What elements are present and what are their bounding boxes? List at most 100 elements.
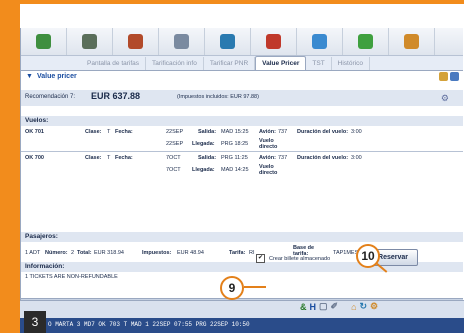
flight-duration-label: Duración del vuelo:	[297, 155, 349, 161]
flight-class: T	[107, 129, 111, 135]
refresh-icon[interactable]: ↻	[360, 301, 368, 312]
toolbar-button[interactable]	[343, 28, 389, 55]
page-title: Value pricer	[37, 73, 77, 80]
airline-icon	[174, 34, 189, 49]
passenger-type: 1 ADT	[25, 250, 41, 256]
toolbar-button[interactable]	[67, 28, 113, 55]
collapse-arrow-icon[interactable]: ▼	[26, 73, 33, 80]
recommendation-options-icon[interactable]: ⚙	[441, 93, 449, 104]
tab-strip: Pantalla de tarifas Tarificación info Tari…	[21, 56, 463, 70]
flight-divider	[21, 151, 463, 152]
traveler-icon	[266, 34, 281, 49]
flight-class-label: Clase:	[85, 129, 102, 135]
status-toolbar	[20, 300, 464, 319]
flight-aircraft: 737	[278, 155, 288, 161]
flight-date-label: Fecha:	[115, 129, 133, 135]
flight-arrival-label: Llegada:	[192, 141, 215, 147]
passenger-total-label: Total:	[77, 250, 92, 256]
passenger-number: 2	[71, 250, 75, 256]
orange-border-left	[0, 0, 20, 333]
flight-departure: PRG 11:25	[221, 155, 248, 161]
screenshot-frame: Pantalla de tarifas Tarificación info Tari…	[0, 0, 464, 333]
flight-departure-label: Salida:	[198, 155, 217, 161]
tab-tarificaci-n-info[interactable]: Tarificación info	[146, 57, 204, 70]
toolbar-button[interactable]	[251, 28, 297, 55]
flight-duration: 3:00	[351, 129, 362, 135]
pen-icon[interactable]: ✐	[331, 301, 339, 312]
app-window: Pantalla de tarifas Tarificación info Tari…	[20, 28, 463, 320]
car-icon	[220, 34, 235, 49]
flight-duration-label: Duración del vuelo:	[297, 129, 349, 135]
misc-icon	[404, 34, 419, 49]
passenger-number-label: Número:	[45, 250, 68, 256]
flight-aircraft-label: Avión:	[259, 155, 276, 161]
flight-date: 7OCT	[166, 155, 181, 161]
recommendation-amount: EUR 637.88	[91, 91, 141, 101]
hotel-icon	[358, 34, 373, 49]
command-icon[interactable]: &	[300, 302, 307, 312]
icon-toolbar	[21, 28, 463, 56]
pnr-icon	[82, 34, 97, 49]
flight-arrival: PRG 18:25	[221, 141, 249, 147]
tab-tst[interactable]: TST	[306, 57, 332, 70]
passenger-fare: RI	[249, 250, 255, 256]
home-icon[interactable]: ⌂	[351, 302, 356, 312]
hotel-quick-icon[interactable]: H	[310, 302, 317, 312]
flight-arrival: MAD 14:25	[221, 167, 249, 173]
flight-type: Vuelo directo	[259, 138, 278, 150]
information-row: 1 TICKETS ARE NON-REFUNDABLE	[25, 274, 118, 280]
recommendation-taxes: (Impuestos incluidos: EUR 97.88)	[177, 94, 259, 100]
tab-tarificar-pnr[interactable]: Tarificar PNR	[204, 57, 256, 70]
toolbar-button[interactable]	[159, 28, 205, 55]
save-ticket-label: Crear billete almacenado	[269, 255, 331, 262]
toolbar-button[interactable]	[389, 28, 435, 55]
toolbar-button[interactable]	[113, 28, 159, 55]
flight-aircraft: 737	[278, 129, 288, 135]
flight-date: 22SEP	[166, 129, 184, 135]
callout-9: 9	[220, 276, 244, 300]
display-icon[interactable]: ▢	[319, 301, 328, 312]
passenger-icon	[36, 34, 51, 49]
tab-hist-rico[interactable]: Histórico	[332, 57, 370, 70]
title-bar: ▼ Value pricer	[21, 70, 463, 84]
fare-icon	[128, 34, 143, 49]
flight-date-arrival: 22SEP	[166, 141, 184, 147]
flight-arrival-label: Llegada:	[192, 167, 215, 173]
passenger-taxes: EUR 48.94	[177, 250, 204, 256]
recommendation-label: Recomendación 7:	[25, 94, 76, 100]
copy-icon[interactable]	[450, 72, 459, 81]
toolbar-button[interactable]	[297, 28, 343, 55]
callout-9-arrow	[244, 286, 266, 288]
passenger-taxes-label: Impuestos:	[142, 250, 172, 256]
title-icons	[439, 72, 459, 81]
flight-type: Vuelo directo	[259, 164, 278, 176]
flight-class: T	[107, 155, 111, 161]
flights-heading-band	[21, 116, 463, 126]
passengers-heading-band	[21, 232, 463, 242]
flight-aircraft-label: Avión:	[259, 129, 276, 135]
flights-heading: Vuelos:	[25, 117, 49, 124]
toolbar-button[interactable]	[21, 28, 67, 55]
save-ticket-row: ✔ Crear billete almacenado	[256, 254, 330, 263]
tab-pantalla-de-tarifas[interactable]: Pantalla de tarifas	[81, 57, 147, 70]
print-icon[interactable]	[439, 72, 448, 81]
save-ticket-checkbox[interactable]: ✔	[256, 254, 265, 263]
toolbar-button[interactable]	[205, 28, 251, 55]
settings-icon[interactable]: ⚙	[370, 301, 378, 312]
passenger-fare-label: Tarifa:	[229, 250, 246, 256]
step-number-badge: 3	[24, 311, 46, 333]
flight-class-label: Clase:	[85, 155, 102, 161]
flight-date-arrival: 7OCT	[166, 167, 181, 173]
flight-departure-label: Salida:	[198, 129, 217, 135]
tab-value-pricer[interactable]: Value Pricer	[255, 56, 307, 70]
status-toolbar-icons: & H ▢ ✐ ⌂ ↻ ⚙	[300, 301, 378, 312]
flight-segment: OK 700	[25, 155, 44, 161]
flight-date-label: Fecha:	[115, 155, 133, 161]
flight-departure: MAD 15:25	[221, 129, 249, 135]
flight-segment: OK 701	[25, 129, 44, 135]
terminal-text: O MARTA 3 MD7 OK 703 T MAD 1 22SEP 07:55…	[48, 321, 250, 328]
information-heading: Información:	[25, 263, 65, 270]
flight-duration: 3:00	[351, 155, 362, 161]
passengers-heading: Pasajeros:	[25, 233, 58, 240]
map-icon	[312, 34, 327, 49]
